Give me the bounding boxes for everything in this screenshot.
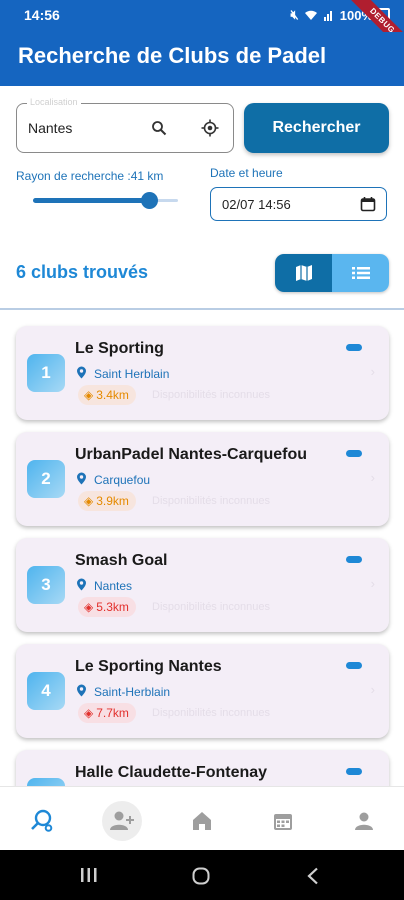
distance-value: 7.7km: [96, 706, 129, 720]
location-pin-icon: [77, 366, 86, 379]
availability-text: Disponibilités inconnues: [152, 495, 271, 507]
diamond-icon: ◈: [84, 600, 94, 614]
club-city: Saint-Herblain: [94, 685, 171, 699]
datetime-field[interactable]: 02/07 14:56: [210, 187, 387, 221]
mute-icon: 🔇︎: [290, 7, 299, 22]
distance-badge: ◈ 7.7km: [78, 703, 136, 723]
club-name: Le Sporting: [75, 340, 164, 357]
results-count: 6 clubs trouvés: [16, 262, 149, 282]
club-name: Halle Claudette-Fontenay: [75, 764, 268, 781]
distance-badge: ◈ 5.3km: [78, 597, 136, 617]
recent-apps-icon[interactable]: [80, 867, 98, 883]
wifi-icon: [304, 10, 317, 20]
home-button-icon[interactable]: [192, 867, 210, 885]
list-icon: [351, 267, 370, 279]
nav-home[interactable]: [182, 801, 222, 841]
chevron-right-icon: ›: [370, 682, 375, 697]
club-name: Le Sporting Nantes: [75, 658, 222, 675]
status-bar: 14:56 🔇︎ 100% DEBUG: [0, 0, 404, 56]
app-bar: Recherche de Clubs de Padel: [0, 32, 404, 86]
location-pin-icon: [77, 684, 86, 697]
radius-slider[interactable]: [33, 192, 178, 210]
club-name: Smash Goal: [75, 552, 168, 569]
status-pill: [346, 662, 362, 669]
home-icon: [193, 812, 211, 830]
diamond-icon: ◈: [84, 706, 94, 720]
club-card[interactable]: 5 Halle Claudette-Fontenay: [16, 750, 389, 786]
club-city: Carquefou: [94, 473, 151, 487]
search-legend: Localisation: [27, 97, 81, 107]
status-pill: [346, 344, 362, 351]
slider-fill: [33, 198, 149, 203]
diamond-icon: ◈: [84, 494, 94, 508]
availability-text: Disponibilités inconnues: [152, 707, 271, 719]
diamond-icon: ◈: [84, 388, 94, 402]
map-icon: [295, 265, 312, 281]
chevron-right-icon: ›: [370, 470, 375, 485]
club-rank: 4: [27, 672, 65, 710]
person-icon: [355, 812, 373, 830]
nav-search[interactable]: [22, 801, 62, 841]
location-pin-icon: [77, 578, 86, 591]
signal-icon: [323, 11, 332, 21]
distance-value: 5.3km: [96, 600, 129, 614]
club-rank: 3: [27, 566, 65, 604]
back-icon[interactable]: [306, 867, 320, 885]
calendar-nav-icon: [274, 814, 292, 830]
view-toggle: [275, 254, 389, 292]
club-rank: 2: [27, 460, 65, 498]
club-list[interactable]: 1 Le Sporting Saint Herblain ◈ 3.4km Disp…: [0, 310, 404, 786]
radius-label: Rayon de recherche :41 km: [16, 169, 164, 183]
club-card[interactable]: 4 Le Sporting Nantes Saint-Herblain ◈ 7.7…: [16, 644, 389, 738]
distance-badge: ◈ 3.4km: [78, 385, 136, 405]
nav-calendar[interactable]: [263, 801, 303, 841]
chevron-right-icon: ›: [370, 576, 375, 591]
club-city: Saint Herblain: [94, 367, 170, 381]
status-pill: [346, 556, 362, 563]
club-card[interactable]: 2 UrbanPadel Nantes-Carquefou Carquefou …: [16, 432, 389, 526]
list-view-button[interactable]: [332, 254, 389, 292]
availability-text: Disponibilités inconnues: [152, 601, 271, 613]
datetime-label: Date et heure: [210, 166, 283, 180]
status-pill: [346, 768, 362, 775]
search-input[interactable]: Localisation Nantes: [16, 97, 234, 153]
calendar-icon[interactable]: [360, 196, 376, 212]
map-view-button[interactable]: [275, 254, 332, 292]
bottom-navigation: [0, 786, 404, 850]
status-time: 14:56: [24, 7, 60, 23]
nav-add-friend[interactable]: [102, 801, 142, 841]
search-value[interactable]: Nantes: [28, 120, 72, 136]
search-nav-icon: [31, 809, 53, 832]
location-pin-icon: [77, 472, 86, 485]
distance-value: 3.9km: [96, 494, 129, 508]
nav-profile[interactable]: [344, 801, 384, 841]
my-location-icon[interactable]: [201, 119, 219, 137]
page-title: Recherche de Clubs de Padel: [18, 43, 327, 68]
datetime-value[interactable]: 02/07 14:56: [222, 197, 291, 212]
distance-value: 3.4km: [96, 388, 129, 402]
slider-thumb[interactable]: [141, 192, 158, 209]
club-card[interactable]: 1 Le Sporting Saint Herblain ◈ 3.4km Disp…: [16, 326, 389, 420]
status-pill: [346, 450, 362, 457]
club-card[interactable]: 3 Smash Goal Nantes ◈ 5.3km Disponibilité…: [16, 538, 389, 632]
club-rank: 1: [27, 354, 65, 392]
search-icon[interactable]: [151, 120, 167, 136]
availability-text: Disponibilités inconnues: [152, 389, 271, 401]
club-city: Nantes: [94, 579, 133, 593]
search-button[interactable]: Rechercher: [244, 103, 389, 153]
add-person-icon: [110, 811, 134, 830]
system-navigation: [0, 850, 404, 900]
club-rank: 5: [27, 778, 65, 786]
chevron-right-icon: ›: [370, 364, 375, 379]
distance-badge: ◈ 3.9km: [78, 491, 136, 511]
club-name: UrbanPadel Nantes-Carquefou: [75, 446, 308, 463]
